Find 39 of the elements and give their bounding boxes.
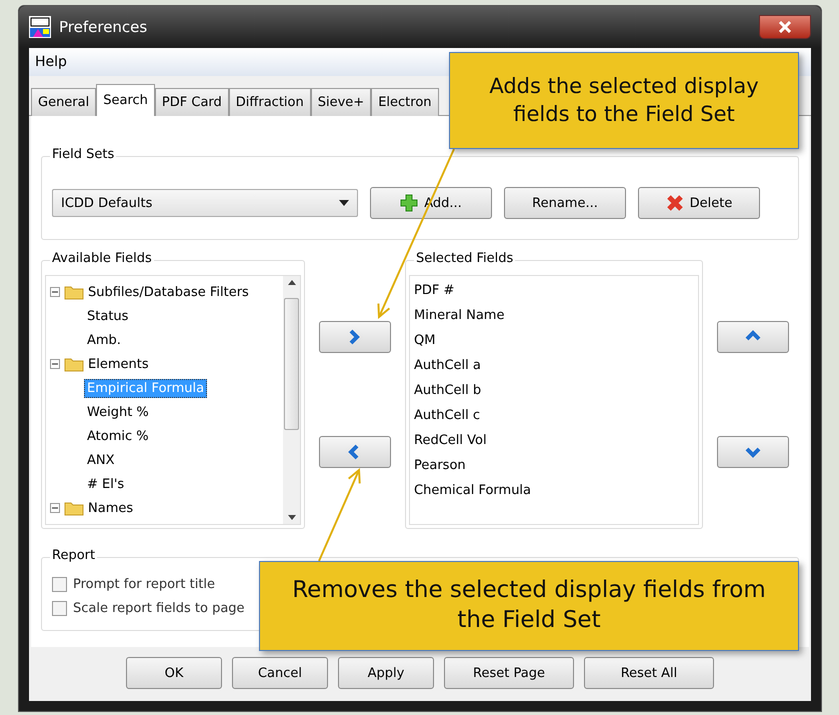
tab[interactable]: General xyxy=(31,88,96,116)
list-item[interactable]: Pearson xyxy=(414,453,694,478)
field-set-dropdown[interactable]: ICDD Defaults xyxy=(52,189,358,217)
list-item[interactable]: Mineral Name xyxy=(414,303,694,328)
window-title: Preferences xyxy=(59,18,148,36)
dialog-button[interactable]: Apply xyxy=(338,657,434,689)
tree-item[interactable]: Atomic % xyxy=(84,426,152,446)
dialog-button[interactable]: OK xyxy=(126,657,222,689)
tree-item[interactable]: # El's xyxy=(84,474,128,494)
tab[interactable]: Sieve+ xyxy=(310,88,372,116)
list-item[interactable]: QM xyxy=(414,328,694,353)
callout-tooltip: Removes the selected display fields from the Field Set xyxy=(259,561,799,651)
tree-item[interactable]: Weight % xyxy=(84,402,152,422)
tree-item[interactable]: Status xyxy=(84,306,132,326)
dialog-button[interactable]: Reset Page xyxy=(444,657,574,689)
list-item[interactable]: PDF # xyxy=(414,278,694,303)
tab[interactable]: Search xyxy=(96,84,155,116)
menu-item[interactable]: Help xyxy=(35,54,67,70)
tree-item[interactable]: Amb. xyxy=(84,330,124,350)
list-item[interactable]: AuthCell a xyxy=(414,353,694,378)
tree-node[interactable]: Elements xyxy=(88,356,149,372)
list-item[interactable]: AuthCell b xyxy=(414,378,694,403)
callout-tooltip: Adds the selected display fields to the Field Set xyxy=(449,52,799,149)
dialog-button[interactable]: Cancel xyxy=(232,657,328,689)
group-title: Report xyxy=(50,548,98,563)
list-item[interactable]: RedCell Vol xyxy=(414,428,694,453)
checkbox-label: Scale report fields to page xyxy=(73,600,245,616)
tab[interactable]: PDF Card xyxy=(154,88,229,116)
dialog-button[interactable]: Reset All xyxy=(584,657,714,689)
checkbox-label: Prompt for report title xyxy=(73,576,216,592)
tree-node[interactable]: Names xyxy=(88,500,134,516)
list-item[interactable]: Chemical Formula xyxy=(414,478,694,503)
tree-node[interactable]: Subfiles/Database Filters xyxy=(88,284,249,300)
delete-button[interactable]: Delete xyxy=(638,187,760,219)
tab[interactable]: Electron xyxy=(371,88,439,116)
tab[interactable]: Diffraction xyxy=(228,88,311,116)
rename-button[interactable]: Rename... xyxy=(504,187,626,219)
list-item[interactable]: AuthCell c xyxy=(414,403,694,428)
tree-item[interactable]: ANX xyxy=(84,450,118,470)
